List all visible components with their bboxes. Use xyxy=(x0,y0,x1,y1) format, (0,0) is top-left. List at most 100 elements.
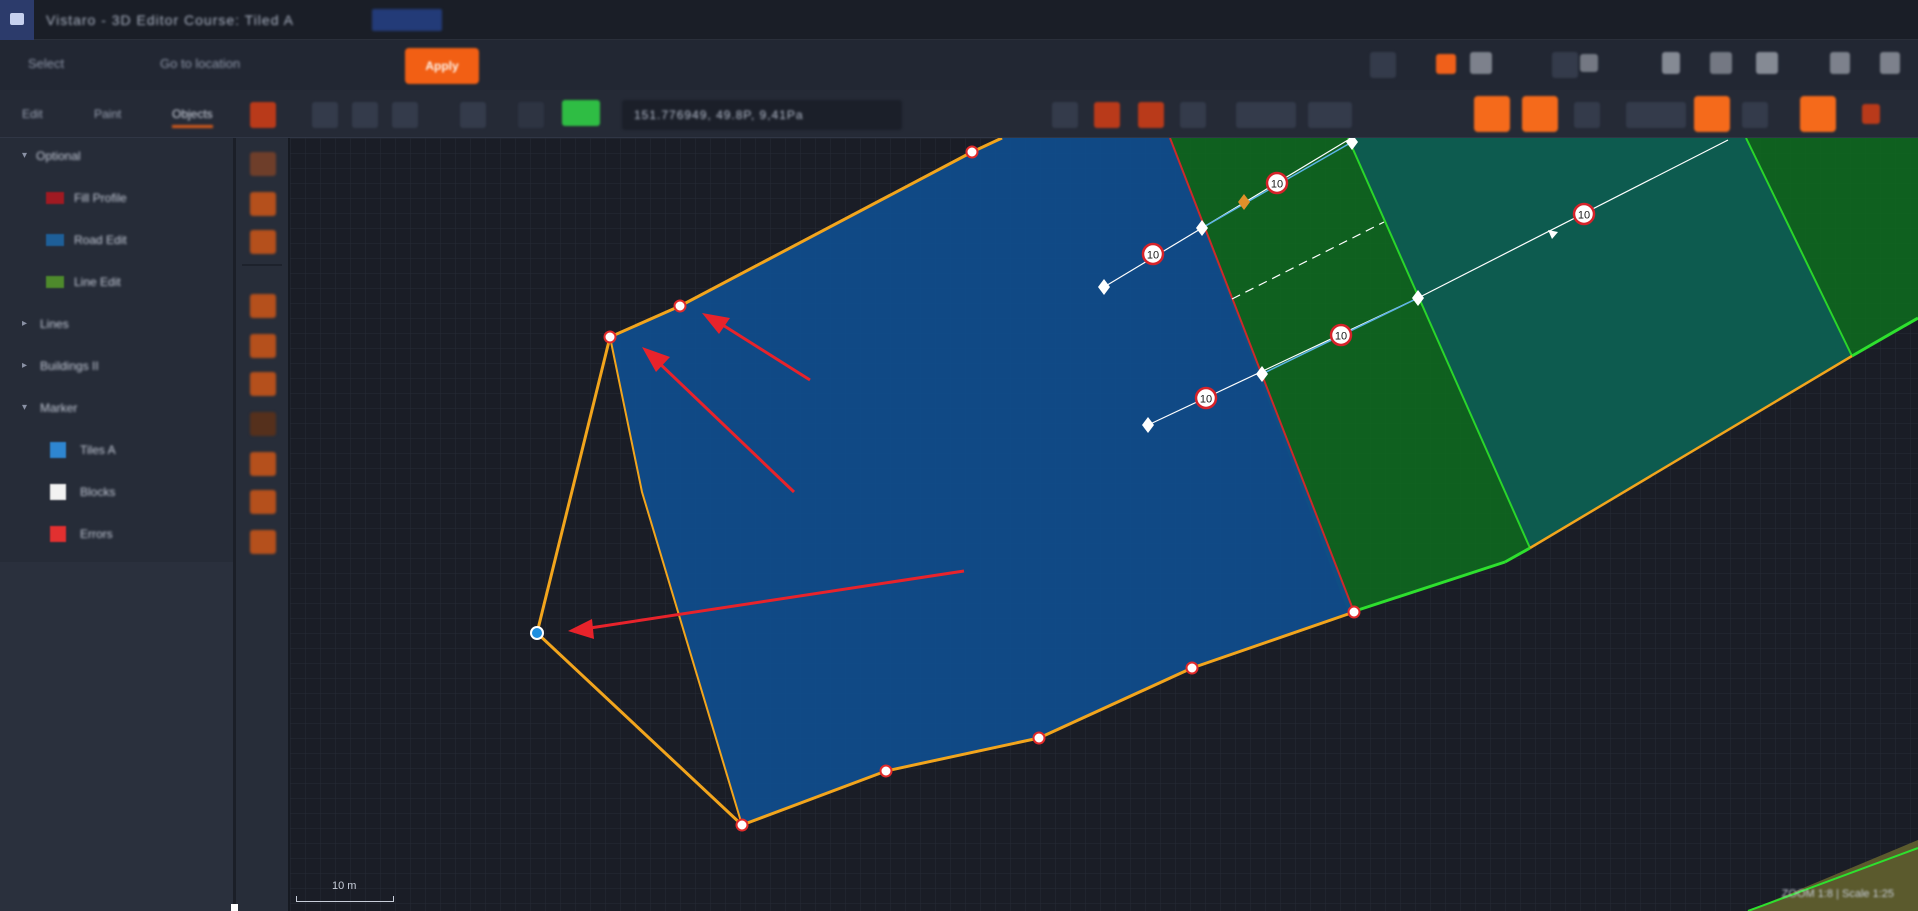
delete-icon[interactable] xyxy=(250,102,276,128)
svg-text:10: 10 xyxy=(1578,210,1590,222)
cut-icon[interactable] xyxy=(1094,102,1120,128)
tab-objects[interactable]: Objects xyxy=(172,100,213,128)
smooth-icon[interactable] xyxy=(1308,102,1352,128)
select-all-icon[interactable] xyxy=(1626,102,1686,128)
layer-swatch xyxy=(50,484,66,500)
scale-label: 10 m xyxy=(332,880,357,892)
layers-icon[interactable] xyxy=(1552,52,1578,78)
gear-icon[interactable] xyxy=(1830,52,1850,74)
svg-text:10: 10 xyxy=(1147,250,1159,262)
snap-icon[interactable] xyxy=(460,102,486,128)
scale-bar: 10 m xyxy=(296,880,394,905)
layer-group-marker[interactable]: ▾ Marker xyxy=(0,390,233,426)
strip-tool-10-icon[interactable] xyxy=(250,530,276,554)
edit-toolbar: Edit Paint Objects xyxy=(0,90,1918,138)
align-icon[interactable] xyxy=(1052,102,1078,128)
tab-select[interactable]: Select xyxy=(28,56,64,71)
layer-item-blocks[interactable]: Blocks xyxy=(0,474,233,510)
flag-icon[interactable] xyxy=(1862,104,1880,124)
speed-badge[interactable]: 10 xyxy=(1572,202,1596,226)
strip-tool-3-icon[interactable] xyxy=(250,230,276,254)
outline-vertex[interactable] xyxy=(735,818,749,832)
filter-icon[interactable] xyxy=(1742,102,1768,128)
svg-text:10: 10 xyxy=(1200,394,1212,406)
apply-button[interactable]: Apply xyxy=(405,48,479,84)
speed-badge[interactable]: 10 xyxy=(1329,323,1353,347)
speed-badge[interactable]: 10 xyxy=(1194,386,1218,410)
add-node-icon[interactable] xyxy=(1474,96,1510,132)
scale-ruler xyxy=(296,896,394,902)
layer-tree: ▾ Optional Fill Profile Road Edit Line E… xyxy=(0,138,233,562)
speed-badge[interactable]: 10 xyxy=(1265,171,1289,195)
outline-vertex[interactable] xyxy=(603,330,617,344)
top-toolbar: Select Go to location xyxy=(0,40,1918,90)
layer-item-road-edit[interactable]: Road Edit xyxy=(0,222,233,258)
add-segment-icon[interactable] xyxy=(1522,96,1558,132)
strip-tool-8-icon[interactable] xyxy=(250,452,276,476)
outline-vertex[interactable] xyxy=(1185,661,1199,675)
strip-tool-9-icon[interactable] xyxy=(250,490,276,514)
tab-edit[interactable]: Edit xyxy=(22,100,43,128)
app-logo-icon[interactable] xyxy=(0,0,34,40)
layers-panel: ▾ Optional Fill Profile Road Edit Line E… xyxy=(0,138,233,911)
layer-item-tiles[interactable]: Tiles A xyxy=(0,432,233,468)
rotate-icon[interactable] xyxy=(392,102,418,128)
strip-tool-5-icon[interactable] xyxy=(250,334,276,358)
map-canvas[interactable]: 10 10 10 10 10 xyxy=(290,138,1918,911)
window-title: Vistaro - 3D Editor Course: Tiled A xyxy=(46,12,294,28)
layer-item-errors[interactable]: Errors xyxy=(0,516,233,552)
layer-item-fill-profile[interactable]: Fill Profile xyxy=(0,180,233,216)
layer-swatch xyxy=(50,526,66,542)
svg-text:10: 10 xyxy=(1335,331,1347,343)
coordinate-readout: 151.776949, 49.8P, 9,41Pa xyxy=(622,100,902,130)
chevron-right-icon[interactable]: ▸ xyxy=(22,348,27,384)
outline-vertex-selected[interactable] xyxy=(530,626,544,640)
puzzle-icon[interactable] xyxy=(1470,52,1492,74)
tab-paint[interactable]: Paint xyxy=(94,100,121,128)
outline-vertex[interactable] xyxy=(1032,731,1046,745)
lock-icon[interactable] xyxy=(1574,102,1600,128)
export-icon[interactable] xyxy=(1710,52,1732,74)
outline-vertex[interactable] xyxy=(965,145,979,159)
strip-tool-4-icon[interactable] xyxy=(250,294,276,318)
paint-icon[interactable] xyxy=(1436,54,1456,74)
status-text: ZOOM 1:8 | Scale 1:25 xyxy=(1781,888,1894,900)
chevron-right-icon[interactable]: ▸ xyxy=(22,306,27,342)
resize-handle[interactable] xyxy=(231,904,238,911)
grid-icon[interactable] xyxy=(1370,52,1396,78)
layer-item-line-edit[interactable]: Line Edit xyxy=(0,264,233,300)
layer-group-buildings[interactable]: ▸ Buildings II xyxy=(0,348,233,384)
offset-icon[interactable] xyxy=(1236,102,1296,128)
chevron-down-icon[interactable]: ▾ xyxy=(22,390,27,426)
layer-group-optional[interactable]: ▾ Optional xyxy=(0,138,233,174)
outline-vertex[interactable] xyxy=(1347,605,1361,619)
layer-group-lines[interactable]: ▸ Lines xyxy=(0,306,233,342)
view-icon[interactable] xyxy=(1662,52,1680,74)
split-icon[interactable] xyxy=(1138,102,1164,128)
speed-badge[interactable]: 10 xyxy=(1141,242,1165,266)
vertex-icon[interactable] xyxy=(312,102,338,128)
move-icon[interactable] xyxy=(352,102,378,128)
layer-swatch xyxy=(46,192,64,204)
strip-tool-2-icon[interactable] xyxy=(250,192,276,216)
outline-vertex[interactable] xyxy=(673,299,687,313)
tool-strip xyxy=(236,138,288,911)
strip-tool-7-icon[interactable] xyxy=(250,412,276,436)
draw-mode-icon[interactable] xyxy=(562,100,600,126)
svg-text:10: 10 xyxy=(1271,179,1283,191)
pin-icon[interactable] xyxy=(1694,96,1730,132)
title-tag xyxy=(372,9,442,31)
tab-go-to-location[interactable]: Go to location xyxy=(160,56,240,71)
chevron-down-icon[interactable]: ▾ xyxy=(22,138,27,174)
star-icon[interactable] xyxy=(1800,96,1836,132)
layer-swatch xyxy=(50,442,66,458)
expand-icon[interactable] xyxy=(1880,52,1900,74)
data-icon[interactable] xyxy=(1580,54,1598,72)
measure-icon[interactable] xyxy=(518,102,544,128)
layer-swatch xyxy=(46,234,64,246)
strip-tool-1-icon[interactable] xyxy=(250,152,276,176)
merge-icon[interactable] xyxy=(1180,102,1206,128)
settings-icon[interactable] xyxy=(1756,52,1778,74)
strip-tool-6-icon[interactable] xyxy=(250,372,276,396)
outline-vertex[interactable] xyxy=(879,764,893,778)
